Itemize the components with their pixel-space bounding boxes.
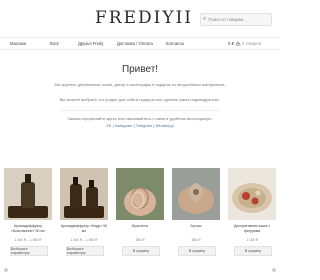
product-image[interactable] bbox=[60, 168, 108, 220]
select-options-button[interactable]: Выберите параметры bbox=[10, 246, 48, 256]
nav-item-shop[interactable]: Магазин bbox=[10, 41, 26, 46]
carousel-dot[interactable] bbox=[4, 268, 8, 272]
nav-item-contacts[interactable]: Контакты bbox=[166, 41, 184, 46]
product-name[interactable]: Декоративная чаша с фигурами bbox=[228, 224, 276, 233]
product-image[interactable] bbox=[4, 168, 52, 220]
product-price: 650 ₽ bbox=[191, 238, 201, 242]
messenger-links: VK | Instagram | Telegram | WhatsApp bbox=[106, 123, 174, 128]
product-name[interactable]: Аромадиффузор «Благовоние» 50 мл bbox=[4, 224, 52, 233]
cart-bag-icon: 👜︎ bbox=[235, 41, 241, 46]
add-to-cart-button[interactable]: В корзину bbox=[178, 246, 216, 256]
product-price: 1 300 ₽ – 1 800 ₽ bbox=[14, 238, 42, 242]
cart-count: 0 товаров bbox=[241, 41, 261, 46]
site-logo[interactable]: FREDIYII bbox=[95, 8, 191, 28]
carousel-dot[interactable] bbox=[272, 268, 276, 272]
link-instagram[interactable]: Instagram bbox=[115, 123, 133, 128]
site-header: FREDIYII ⌕ Поиск по товарам... bbox=[0, 0, 280, 36]
contact-text: Заказы оформляйте здесь или связывайтесь… bbox=[67, 116, 213, 121]
nav-item-friends[interactable]: Друзья Fredy bbox=[78, 41, 103, 46]
select-options-button[interactable]: Выберите параметры bbox=[66, 246, 104, 256]
search-placeholder: Поиск по товарам... bbox=[208, 17, 247, 22]
product-image[interactable] bbox=[116, 168, 164, 220]
add-to-cart-button[interactable]: В корзину bbox=[234, 246, 272, 256]
product-name[interactable]: Аромадиффузор «Кедр» 50 мл bbox=[60, 224, 108, 233]
product-price: 350 ₽ bbox=[135, 238, 145, 242]
section-divider bbox=[60, 110, 220, 111]
brooch-image bbox=[172, 168, 220, 220]
decor-bowl-image bbox=[228, 168, 276, 220]
page-title: Привет! bbox=[121, 64, 159, 75]
intro-text-2: Вы можете выбрать что угодно для себя в … bbox=[59, 97, 221, 102]
product-name[interactable]: Брошь bbox=[172, 224, 220, 229]
link-vk[interactable]: VK bbox=[106, 123, 111, 128]
search-icon: ⌕ bbox=[203, 16, 207, 22]
link-whatsapp[interactable]: WhatsApp bbox=[155, 123, 173, 128]
search-input[interactable]: ⌕ Поиск по товарам... bbox=[200, 13, 272, 26]
product-name[interactable]: Браслеты bbox=[116, 224, 164, 229]
nav-item-blog[interactable]: Блог bbox=[50, 41, 59, 46]
product-price: 1 300 ₽ – 1 800 ₽ bbox=[70, 238, 98, 242]
cart-amount: 0 ₽ bbox=[228, 41, 235, 46]
intro-text-1: Мы круглые деревянные полки, декор и акс… bbox=[54, 82, 226, 87]
nav-item-delivery[interactable]: Доставка / Оплата bbox=[117, 41, 153, 46]
product-image[interactable] bbox=[172, 168, 220, 220]
product-image[interactable] bbox=[228, 168, 276, 220]
link-telegram[interactable]: Telegram bbox=[136, 123, 152, 128]
main-navigation: Магазин Блог Друзья Fredy Доставка / Опл… bbox=[0, 37, 280, 50]
diffuser-bottle-image bbox=[4, 168, 52, 220]
product-grid: Аромадиффузор «Благовоние» 50 мл 1 300 ₽… bbox=[0, 168, 280, 280]
diffuser-bottles-image bbox=[60, 168, 108, 220]
cart-link[interactable]: 0 ₽ 👜︎ 0 товаров bbox=[228, 41, 261, 47]
bracelets-image bbox=[116, 168, 164, 220]
product-price: 1 150 ₽ bbox=[246, 238, 258, 242]
add-to-cart-button[interactable]: В корзину bbox=[122, 246, 160, 256]
